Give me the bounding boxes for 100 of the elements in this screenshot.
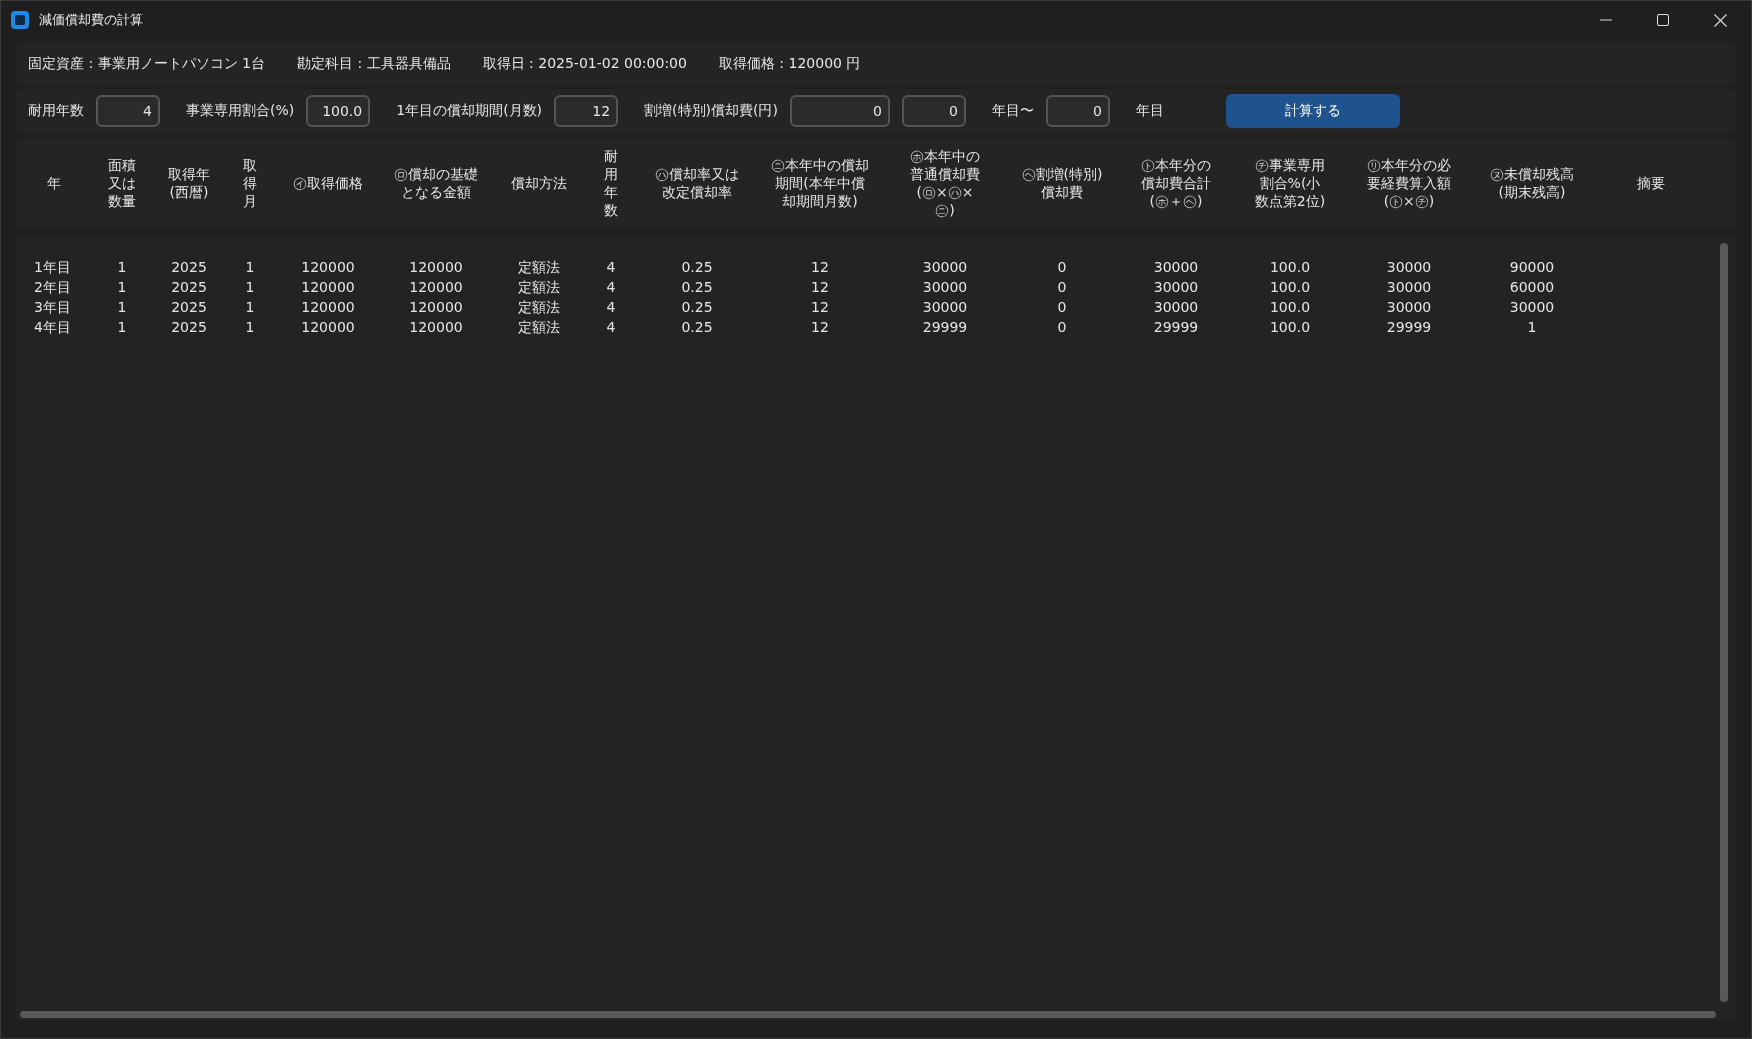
table-cell-text: 30000 [1153,258,1199,277]
table-cell-text: 120000 [301,258,355,277]
table-cell-text: 2025 [171,318,207,337]
table-cell-text: 29999 [922,318,968,337]
table-cell-text: 30000 [1386,298,1432,317]
table-cell-text: 4 [606,318,616,337]
table-cell-text: 1 [245,278,255,297]
column-header: 摘要 [1637,174,1665,192]
table-cell-text: 12 [811,278,829,297]
table-cell-text: 100.0 [1269,298,1311,317]
table-cell-text: 0 [1057,278,1067,297]
table-cell-text: 30000 [1153,278,1199,297]
column-header: ㋦未償却残高(期末残高) [1489,165,1575,201]
column-header: 償却方法 [510,174,567,192]
input-field[interactable]: 100.0 [306,95,371,127]
column-header: 年 [47,174,61,192]
table-cell-text: 100.0 [1269,318,1311,337]
table-cell-text: 30000 [922,258,968,277]
table-cell-text: 2025 [171,298,207,317]
column-header: ㋠事業専用割合%(小数点第2位) [1253,156,1327,210]
field-label: 年目〜 [991,102,1034,120]
table-cell-text: 2年目 [33,278,71,297]
field-label: 割増(特別)償却費(円) [644,102,778,120]
app-icon [11,11,29,29]
table-cell-text: 4 [606,278,616,297]
column-header: ㋥本年中の償却期間(本年中償却期間月数) [771,156,869,210]
table-cell-text: 120000 [301,278,355,297]
column-header: ㋣本年分の償却費合計(㋭＋㋬) [1140,156,1212,210]
table-cell-text: 90000 [1509,258,1555,277]
column-header: ㋑取得価格 [293,174,363,192]
table-cell-text: 2025 [171,258,207,277]
info-text: 固定資産 : 事業用ノートパソコン 1台 [28,55,265,73]
input-field[interactable]: 0 [789,95,890,127]
input-field[interactable]: 4 [96,95,160,127]
field-label: 事業専用割合(%) [186,102,295,120]
table-cell-text: 30000 [1509,298,1555,317]
table-cell-text: 1 [117,258,127,277]
table-cell-text: 1年目 [33,258,71,277]
field-label: 耐用年数 [28,102,84,120]
column-header: ㋷本年分の必要経費算入額(㋣×㋠) [1366,156,1452,210]
table-cell-text: 4 [606,258,616,277]
field-label: 1年目の償却期間(月数) [396,102,543,120]
input-field[interactable]: 0 [1045,95,1110,127]
table-cell-text: 4年目 [33,318,71,337]
table-cell-text: 0.25 [681,318,713,337]
info-text: 取得価格 : 120000 円 [718,55,861,73]
table-cell-text: 30000 [1153,298,1199,317]
table-cell-text: 12 [811,318,829,337]
table-cell-text: 0 [1057,318,1067,337]
table-cell-text: 120000 [301,318,355,337]
table-cell-text: 100.0 [1269,278,1311,297]
table-cell-text: 2025 [171,278,207,297]
table-cell-text: 120000 [409,278,463,297]
table-cell-text: 30000 [922,298,968,317]
column-header: ㋬割増(特別)償却費 [1020,165,1104,201]
table-cell-text: 0 [1057,298,1067,317]
table-cell-text: 定額法 [517,318,560,337]
info-text: 取得日 : 2025-01-02 00:00:00 [482,55,687,73]
table-cell-text: 120000 [409,298,463,317]
calculate-button[interactable]: 計算する [1225,94,1400,128]
table-cell-text: 定額法 [517,298,560,317]
table-cell-text: 1 [245,318,255,337]
column-header: 取得年(西暦) [167,165,211,201]
column-header: ㋩償却率又は改定償却率 [654,165,740,201]
table-cell-text: 0.25 [681,258,713,277]
column-header: ㋭本年中の普通償却費(㋺×㋩×㋥) [909,147,981,219]
table-cell-text: 100.0 [1269,258,1311,277]
table-cell-text: 0.25 [681,298,713,317]
table-cell-text: 120000 [409,258,463,277]
table-cell-text: 29999 [1153,318,1199,337]
table-cell-text: 30000 [922,278,968,297]
table-cell-text: 1 [1527,318,1537,337]
maximize-icon[interactable] [1657,14,1669,26]
table-cell-text: 0 [1057,258,1067,277]
input-field[interactable]: 12 [554,95,619,127]
table-cell-text: 12 [811,258,829,277]
close-icon[interactable] [1714,13,1727,27]
table-cell-text: 12 [811,298,829,317]
column-header: 耐用年数 [603,147,619,219]
table-cell-text: 4 [606,298,616,317]
table-cell-text: 29999 [1386,318,1432,337]
table-cell-text: 1 [117,278,127,297]
table-cell-text: 定額法 [517,278,560,297]
table-cell-text: 60000 [1509,278,1555,297]
table-cell-text: 1 [245,258,255,277]
table-cell-text: 1 [245,298,255,317]
table-cell-text: 1 [117,318,127,337]
column-header: 面積又は数量 [107,156,137,210]
info-text: 勘定科目 : 工具器具備品 [297,55,451,73]
table-cell-text: 3年目 [33,298,71,317]
vertical-scrollbar[interactable] [1720,243,1728,1002]
table-cell-text: 120000 [301,298,355,317]
field-label: 年目 [1135,102,1164,120]
input-field[interactable]: 0 [901,95,966,127]
column-header: ㋺償却の基礎となる金額 [393,165,479,201]
table-cell-text: 120000 [409,318,463,337]
table-cell-text: 30000 [1386,278,1432,297]
table-cell-text: 定額法 [517,258,560,277]
horizontal-scrollbar[interactable] [20,1011,1716,1018]
window-title: 減価償却費の計算 [39,11,143,29]
